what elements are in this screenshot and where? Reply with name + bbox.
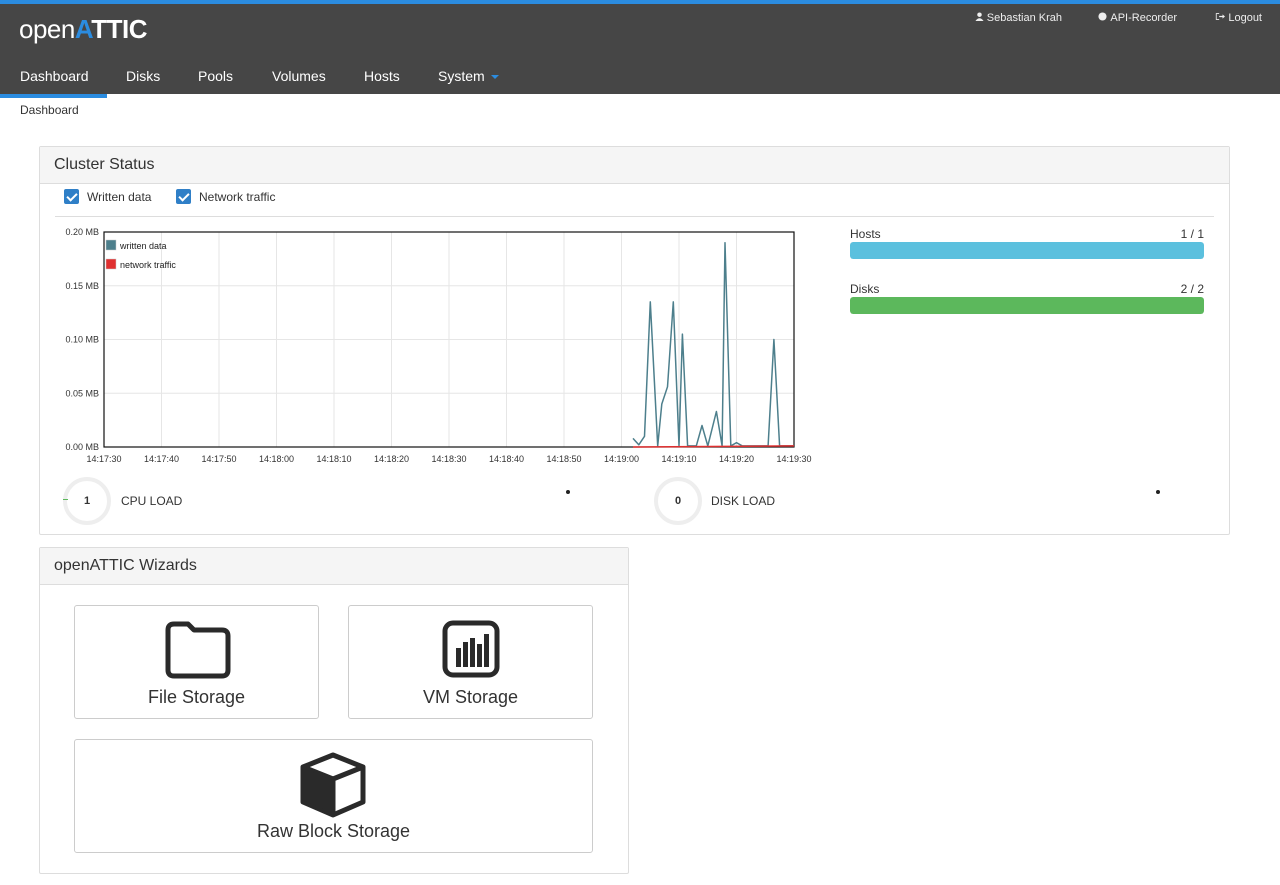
tab-hosts-label: Hosts	[364, 68, 400, 84]
cpu-load-value: 1	[83, 495, 91, 507]
disk-load-value: 0	[674, 495, 682, 507]
api-recorder-label: API-Recorder	[1110, 12, 1177, 24]
divider	[55, 216, 1214, 217]
x-tick-label: 14:18:40	[489, 454, 524, 464]
series-line-written-data	[632, 242, 794, 447]
disk-load-gauge: 0	[654, 477, 702, 525]
x-tick-label: 14:18:00	[259, 454, 294, 464]
tab-system-label: System	[438, 68, 485, 84]
x-tick-label: 14:18:30	[431, 454, 466, 464]
disks-stat-count: 2 / 2	[1180, 282, 1204, 296]
legend-label: written data	[119, 241, 167, 251]
bar-chart-icon	[442, 620, 500, 678]
disks-progress-bar	[850, 297, 1204, 314]
tab-disks-label: Disks	[126, 68, 161, 84]
x-tick-label: 14:18:50	[546, 454, 581, 464]
cpu-load-gauge: 1	[63, 477, 111, 525]
x-tick-label: 14:18:10	[316, 454, 351, 464]
file-storage-label: File Storage	[147, 687, 246, 707]
cluster-status-title: Cluster Status	[40, 147, 1229, 184]
cpu-load-label: CPU LOAD	[121, 494, 183, 508]
brand-prefix: open	[19, 14, 75, 44]
x-tick-label: 14:19:20	[719, 454, 754, 464]
logout-icon	[1215, 12, 1226, 24]
tab-pools[interactable]: Pools	[198, 58, 233, 94]
y-tick-label: 0.15 MB	[65, 281, 99, 291]
user-menu-link[interactable]: Sebastian Krah	[975, 12, 1062, 24]
tab-system[interactable]: System	[438, 58, 499, 94]
api-recorder-link[interactable]: API-Recorder	[1098, 12, 1177, 24]
hosts-progress-fill	[850, 242, 1204, 259]
tab-volumes-label: Volumes	[272, 68, 326, 84]
cpu-load-sparkline	[566, 490, 570, 494]
x-tick-label: 14:18:20	[374, 454, 409, 464]
folder-icon	[165, 621, 231, 679]
top-navbar: openATTIC Sebastian Krah API-Recorder Lo…	[0, 0, 1280, 98]
x-tick-label: 14:19:10	[661, 454, 696, 464]
y-tick-label: 0.00 MB	[65, 442, 99, 452]
raw-block-storage-label: Raw Block Storage	[256, 821, 411, 841]
tab-disks[interactable]: Disks	[126, 58, 160, 94]
tab-dashboard[interactable]: Dashboard	[0, 58, 107, 98]
network-traffic-checkbox[interactable]: Network traffic	[176, 189, 276, 205]
hosts-stat-label: Hosts	[850, 227, 881, 241]
wizards-title: openATTIC Wizards	[40, 548, 628, 585]
tab-dashboard-label: Dashboard	[20, 68, 89, 84]
raw-block-storage-wizard[interactable]: Raw Block Storage	[74, 739, 593, 853]
breadcrumb: Dashboard	[20, 103, 79, 117]
y-tick-label: 0.10 MB	[65, 335, 99, 345]
x-tick-label: 14:17:40	[144, 454, 179, 464]
checkbox-checked-icon	[176, 189, 191, 205]
cpu-gauge-indicator	[63, 499, 68, 500]
vm-storage-label: VM Storage	[422, 687, 519, 707]
brand-accent: A	[74, 14, 92, 44]
y-tick-label: 0.05 MB	[65, 388, 99, 398]
user-name-label: Sebastian Krah	[986, 12, 1062, 24]
record-icon	[1098, 12, 1107, 24]
legend-swatch	[105, 258, 117, 270]
tab-pools-label: Pools	[198, 68, 234, 84]
logout-link[interactable]: Logout	[1215, 12, 1262, 24]
legend-label: network traffic	[120, 260, 176, 270]
logout-label: Logout	[1228, 12, 1262, 24]
tab-hosts[interactable]: Hosts	[364, 58, 400, 94]
chevron-down-icon	[490, 75, 499, 80]
written-data-checkbox[interactable]: Written data	[64, 189, 152, 205]
brand-logo[interactable]: openATTIC	[19, 14, 147, 45]
hosts-stat-count: 1 / 1	[1180, 227, 1204, 241]
network-traffic-label: Network traffic	[199, 190, 276, 204]
tab-volumes[interactable]: Volumes	[272, 58, 326, 94]
x-tick-label: 14:19:00	[604, 454, 639, 464]
user-icon	[975, 12, 984, 24]
disks-stat-label: Disks	[850, 282, 880, 296]
hosts-progress-bar	[850, 242, 1204, 259]
y-tick-label: 0.20 MB	[65, 227, 99, 237]
disk-load-label: DISK LOAD	[711, 494, 776, 508]
x-tick-label: 14:17:50	[201, 454, 236, 464]
cube-icon	[300, 752, 366, 818]
throughput-chart: 14:17:30 14:17:40 14:17:50 14:18:00 14:18:10…	[65, 227, 811, 464]
disks-progress-fill	[850, 297, 1204, 314]
x-tick-label: 14:17:30	[86, 454, 121, 464]
checkbox-checked-icon	[64, 189, 79, 205]
brand-suffix: TTIC	[91, 14, 147, 44]
written-data-label: Written data	[87, 190, 152, 204]
file-storage-wizard[interactable]: File Storage	[74, 605, 319, 719]
vm-storage-wizard[interactable]: VM Storage	[348, 605, 593, 719]
x-tick-label: 14:19:30	[776, 454, 811, 464]
disk-load-sparkline	[1156, 490, 1160, 494]
legend-swatch	[105, 239, 117, 251]
